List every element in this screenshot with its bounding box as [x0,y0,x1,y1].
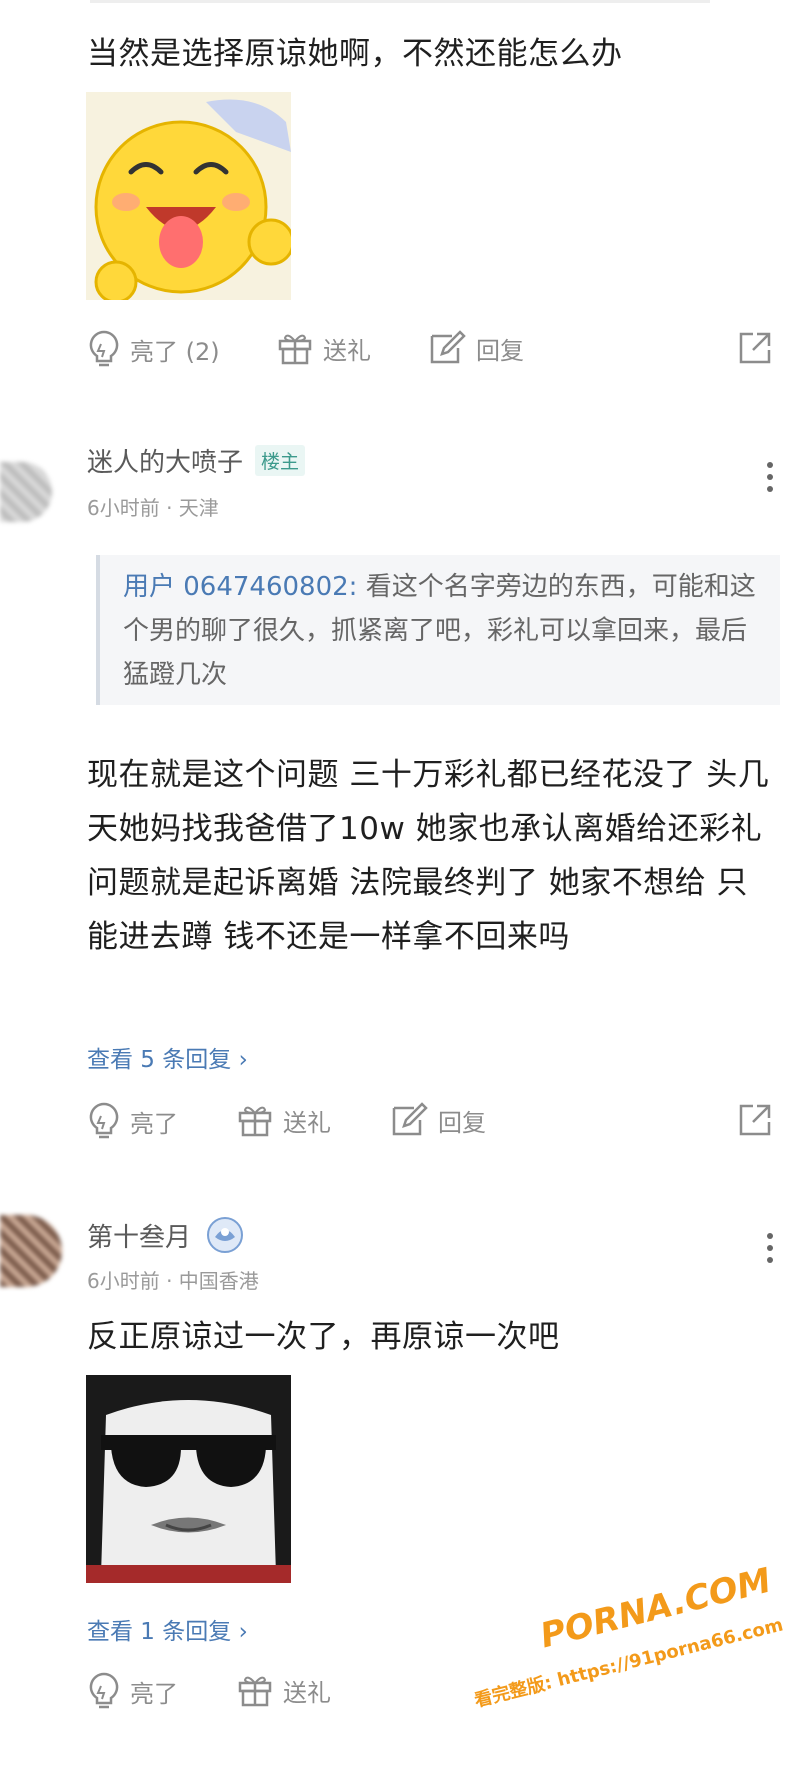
gift-icon [238,1106,272,1137]
gift-button[interactable]: 送礼 [277,330,371,366]
reply-label: 回复 [438,1108,486,1137]
username[interactable]: 第十叁月 [87,1217,191,1254]
gift-label: 送礼 [323,336,371,365]
share-icon [739,1104,771,1136]
like-button[interactable]: 亮了 (2) [88,330,220,368]
view-replies-link[interactable]: 查看 1 条回复 › [87,1612,248,1646]
watermark: PORNA.COM 看完整版: https://91porna66.com [456,1547,800,1775]
quoted-comment-text: 用户 0647460802: 看这个名字旁边的东西，可能和这个男的聊了很久，抓紧… [123,565,763,697]
comment-meta: 6小时前 · 天津 [87,496,219,520]
share-button[interactable] [737,330,773,370]
like-label: 亮了 (2) [130,337,220,366]
share-icon [739,332,771,364]
gift-icon [278,334,312,365]
more-options-icon[interactable] [767,462,773,492]
comment-text: 当然是选择原谅她啊，不然还能怎么办 [87,36,623,72]
gift-label: 送礼 [283,1108,331,1137]
lightbulb-icon [89,1672,119,1709]
like-button[interactable]: 亮了 [88,1102,178,1140]
reply-button[interactable]: 回复 [428,330,524,366]
view-replies-link[interactable]: 查看 5 条回复 › [87,1040,248,1074]
edit-icon [392,1102,428,1136]
comment-text: 现在就是这个问题 三十万彩礼都已经花没了 头几天她妈找我爸借了10w 她家也承认… [87,757,770,955]
smiley-sticker-image [86,92,291,300]
like-label: 亮了 [130,1109,178,1138]
avatar[interactable] [0,462,52,522]
quoted-username: 用户 0647460802: [123,572,358,602]
username[interactable]: 迷人的大喷子 [87,442,243,479]
op-badge: 楼主 [255,445,306,476]
gift-button[interactable]: 送礼 [237,1102,331,1138]
share-button[interactable] [737,1102,773,1142]
gift-label: 送礼 [283,1678,331,1707]
gift-button[interactable]: 送礼 [237,1672,331,1708]
edit-icon [430,330,466,364]
sunglasses-sticker-image [86,1375,291,1583]
lightbulb-icon [89,330,119,367]
lightbulb-icon [89,1102,119,1139]
more-options-icon[interactable] [767,1233,773,1263]
reply-label: 回复 [476,336,524,365]
like-button[interactable]: 亮了 [88,1672,178,1710]
comment-meta: 6小时前 · 中国香港 [87,1269,259,1293]
avatar[interactable] [0,1215,62,1287]
like-label: 亮了 [130,1679,178,1708]
gift-icon [238,1676,272,1707]
top-divider [90,0,710,3]
reply-button[interactable]: 回复 [390,1102,486,1138]
comment-text: 反正原谅过一次了，再原谅一次吧 [87,1319,560,1355]
level-badge-icon [207,1217,244,1253]
